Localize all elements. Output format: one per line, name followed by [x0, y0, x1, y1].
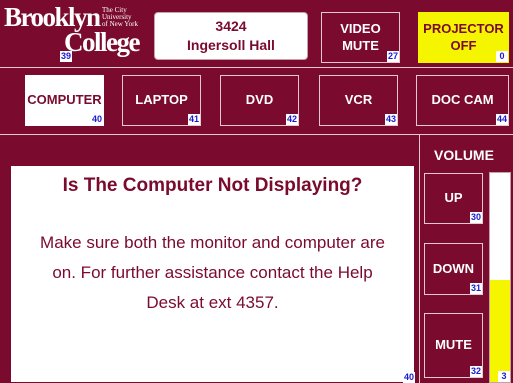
- projector-label-line1: PROJECTOR: [423, 21, 504, 37]
- volume-down-button[interactable]: DOWN 31: [424, 243, 483, 295]
- volume-mute-label: MUTE: [435, 337, 472, 353]
- source-number-badge: 41: [187, 114, 200, 125]
- volume-mute-button[interactable]: MUTE 32: [424, 313, 483, 378]
- volume-label: VOLUME: [434, 147, 494, 163]
- source-computer-button[interactable]: COMPUTER 40: [25, 75, 104, 126]
- volume-level-fill: [490, 279, 510, 382]
- message-number-badge: 40: [403, 372, 416, 383]
- source-label: DOC CAM: [431, 92, 494, 108]
- source-row-divider: [0, 134, 513, 135]
- source-label: LAPTOP: [135, 92, 188, 108]
- room-number: 3424: [215, 18, 247, 34]
- source-laptop-button[interactable]: LAPTOP 41: [122, 75, 201, 126]
- source-number-badge: 43: [384, 114, 397, 125]
- projector-label-line2: OFF: [450, 37, 477, 53]
- header-divider: [0, 67, 513, 68]
- source-vcr-button[interactable]: VCR 43: [319, 75, 398, 126]
- source-number-badge: 44: [495, 114, 508, 125]
- volume-up-button[interactable]: UP 30: [424, 173, 483, 224]
- volume-level-meter: 3: [489, 172, 511, 383]
- projector-number-badge: 0: [496, 51, 508, 62]
- logo-tagline-line: of New York: [102, 20, 138, 28]
- video-mute-number-badge: 27: [386, 51, 399, 62]
- room-name: Ingersoll Hall: [187, 37, 275, 53]
- logo-number-badge: 39: [60, 51, 73, 62]
- source-label: VCR: [344, 92, 373, 108]
- source-number-badge: 40: [90, 114, 103, 125]
- volume-up-label: UP: [444, 190, 463, 206]
- help-message-panel: Is The Computer Not Displaying? Make sur…: [11, 166, 414, 382]
- projector-off-button[interactable]: PROJECTOR OFF 0: [418, 12, 509, 63]
- help-message-title: Is The Computer Not Displaying?: [62, 175, 363, 196]
- volume-divider: [419, 134, 420, 383]
- source-dvd-button[interactable]: DVD 42: [220, 75, 299, 126]
- source-number-badge: 42: [285, 114, 298, 125]
- video-mute-label-line1: VIDEO: [340, 21, 381, 37]
- source-label: COMPUTER: [27, 92, 102, 108]
- video-mute-button[interactable]: VIDEO MUTE 27: [321, 12, 400, 63]
- source-label: DVD: [245, 92, 274, 108]
- volume-meter-number-badge: 3: [498, 371, 510, 382]
- logo-tagline: The City University of New York: [102, 7, 138, 28]
- source-doc-cam-button[interactable]: DOC CAM 44: [416, 75, 509, 126]
- room-display: 3424 Ingersoll Hall: [154, 12, 308, 60]
- help-message-body: Make sure both the monitor and computer …: [40, 233, 385, 312]
- volume-down-number-badge: 31: [469, 283, 482, 294]
- volume-mute-number-badge: 32: [469, 366, 482, 377]
- logo-text-college: College: [64, 27, 140, 57]
- video-mute-label-line2: MUTE: [342, 37, 379, 53]
- volume-up-number-badge: 30: [469, 212, 482, 223]
- volume-down-label: DOWN: [432, 260, 475, 276]
